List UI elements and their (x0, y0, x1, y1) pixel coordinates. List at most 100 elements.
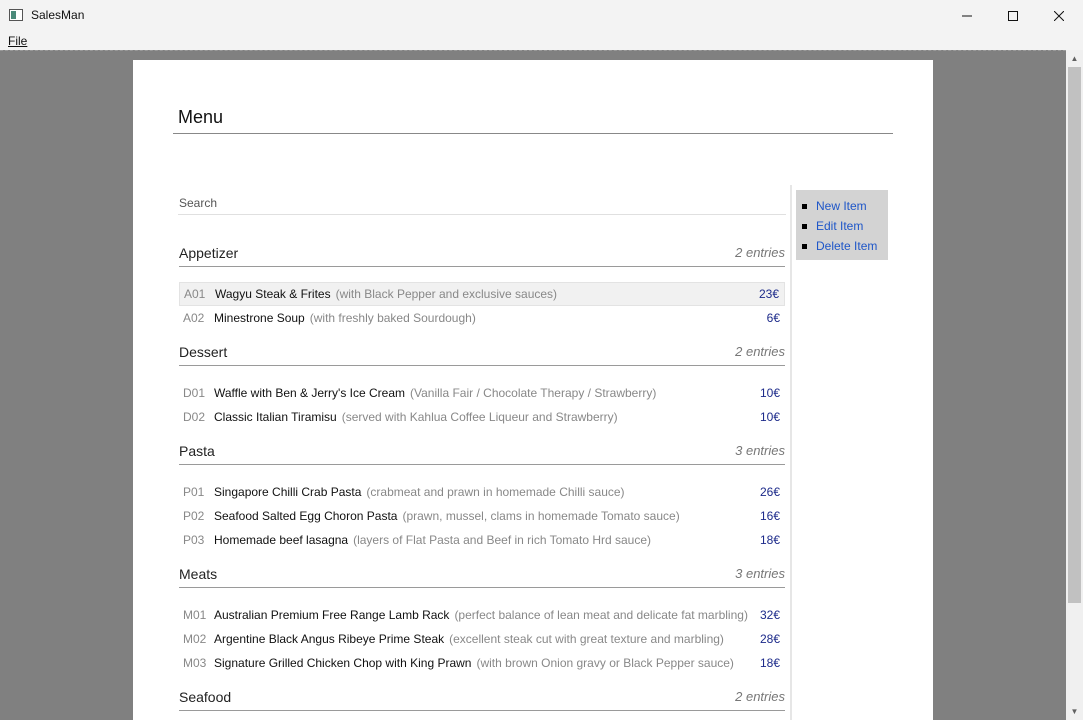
item-description: (Vanilla Fair / Chocolate Therapy / Stra… (410, 386, 657, 400)
category-count: 3 entries (735, 566, 785, 581)
category-divider (179, 464, 785, 465)
menu-item-row[interactable]: A01 Wagyu Steak & Frites (with Black Pep… (179, 282, 785, 306)
category-name: Pasta (179, 443, 215, 459)
category-dessert: Dessert 2 entries D01 Waffle with Ben & … (179, 340, 785, 439)
item-code: D01 (183, 386, 206, 400)
item-price: 6€ (766, 311, 780, 325)
category-header: Appetizer 2 entries (179, 241, 785, 267)
item-price: 32€ (759, 608, 780, 622)
minimize-button[interactable] (944, 0, 990, 31)
delete-item-action[interactable]: Delete Item (802, 236, 888, 256)
menu-file[interactable]: File (8, 34, 27, 48)
title-divider (173, 133, 893, 134)
item-code: M03 (183, 656, 207, 670)
search-underline (178, 214, 786, 215)
minimize-icon (962, 15, 972, 16)
app-icon (9, 9, 23, 21)
menu-item-row[interactable]: D02 Classic Italian Tiramisu (served wit… (179, 405, 785, 429)
category-header: Dessert 2 entries (179, 340, 785, 366)
delete-item-link[interactable]: Delete Item (816, 239, 877, 253)
item-price: 18€ (759, 656, 780, 670)
menu-page: Menu Search New Item Edit Item Delete It… (133, 60, 933, 720)
item-code: M01 (183, 608, 207, 622)
item-name: Argentine Black Angus Ribeye Prime Steak (214, 632, 445, 646)
category-name: Meats (179, 566, 218, 582)
item-code: P02 (183, 509, 205, 523)
item-price: 28€ (759, 632, 780, 646)
item-description: (layers of Flat Pasta and Beef in rich T… (353, 533, 652, 547)
item-name: Signature Grilled Chicken Chop with King… (214, 656, 472, 670)
category-divider (179, 587, 785, 588)
page-title: Menu (178, 107, 224, 127)
item-code: P03 (183, 533, 205, 547)
item-description: (with freshly baked Sourdough) (309, 311, 476, 325)
bullet-icon (802, 203, 807, 209)
item-name: Waffle with Ben & Jerry's Ice Cream (214, 386, 406, 400)
menu-item-row[interactable]: P02 Seafood Salted Egg Choron Pasta (pra… (179, 504, 785, 528)
item-code: P01 (183, 485, 205, 499)
category-count: 2 entries (735, 689, 785, 704)
scroll-thumb[interactable] (1068, 67, 1081, 603)
window-title: SalesMan (31, 8, 85, 22)
item-name: Wagyu Steak & Frites (215, 287, 331, 301)
menu-item-row[interactable]: P03 Homemade beef lasagna (layers of Fla… (179, 528, 785, 552)
new-item-link[interactable]: New Item (816, 199, 867, 213)
category-divider (179, 710, 785, 711)
category-items: P01 Singapore Chilli Crab Pasta (crabmea… (179, 465, 785, 562)
item-name: Minestrone Soup (214, 311, 305, 325)
category-seafood: Seafood 2 entries (179, 685, 785, 711)
close-button[interactable] (1036, 0, 1082, 31)
menu-item-row[interactable]: D01 Waffle with Ben & Jerry's Ice Cream … (179, 381, 785, 405)
scroll-up-icon[interactable]: ▲ (1066, 50, 1083, 67)
item-name: Singapore Chilli Crab Pasta (214, 485, 362, 499)
category-items: D01 Waffle with Ben & Jerry's Ice Cream … (179, 366, 785, 439)
item-price: 23€ (758, 287, 779, 301)
bullet-icon (802, 223, 807, 229)
workspace: Menu Search New Item Edit Item Delete It… (0, 50, 1066, 720)
item-name: Homemade beef lasagna (214, 533, 349, 547)
vertical-scrollbar[interactable]: ▲ ▼ (1066, 50, 1083, 720)
menu-list: Appetizer 2 entries A01 Wagyu Steak & Fr… (179, 241, 785, 711)
bullet-icon (802, 243, 807, 249)
new-item-action[interactable]: New Item (802, 196, 888, 216)
item-code: D02 (183, 410, 206, 424)
actions-panel: New Item Edit Item Delete Item (796, 190, 888, 260)
close-icon (1054, 10, 1064, 21)
category-header: Pasta 3 entries (179, 439, 785, 465)
item-price: 10€ (759, 386, 780, 400)
category-pasta: Pasta 3 entries P01 Singapore Chilli Cra… (179, 439, 785, 562)
edit-item-link[interactable]: Edit Item (816, 219, 863, 233)
vertical-divider (790, 185, 792, 720)
menu-item-row[interactable]: A02 Minestrone Soup (with freshly baked … (179, 306, 785, 330)
item-description: (with brown Onion gravy or Black Pepper … (476, 656, 734, 670)
menu-item-row[interactable]: M02 Argentine Black Angus Ribeye Prime S… (179, 627, 785, 651)
item-price: 16€ (759, 509, 780, 523)
category-count: 2 entries (735, 344, 785, 359)
item-description: (perfect balance of lean meat and delica… (454, 608, 748, 622)
category-name: Seafood (179, 689, 232, 705)
item-description: (excellent steak cut with great texture … (449, 632, 724, 646)
item-price: 10€ (759, 410, 780, 424)
edit-item-action[interactable]: Edit Item (802, 216, 888, 236)
menu-bar: File (0, 31, 1083, 50)
category-divider (179, 266, 785, 267)
item-description: (crabmeat and prawn in homemade Chilli s… (366, 485, 625, 499)
item-description: (prawn, mussel, clams in homemade Tomato… (402, 509, 680, 523)
category-meats: Meats 3 entries M01 Australian Premium F… (179, 562, 785, 685)
category-header: Meats 3 entries (179, 562, 785, 588)
item-price: 18€ (759, 533, 780, 547)
menu-item-row[interactable]: M01 Australian Premium Free Range Lamb R… (179, 603, 785, 627)
search-input[interactable]: Search (179, 196, 217, 210)
item-price: 26€ (759, 485, 780, 499)
item-code: A02 (183, 311, 205, 325)
scroll-down-icon[interactable]: ▼ (1066, 703, 1083, 720)
menu-item-row[interactable]: M03 Signature Grilled Chicken Chop with … (179, 651, 785, 675)
maximize-button[interactable] (990, 0, 1036, 31)
menu-item-row[interactable]: P01 Singapore Chilli Crab Pasta (crabmea… (179, 480, 785, 504)
category-items: M01 Australian Premium Free Range Lamb R… (179, 588, 785, 685)
title-bar: SalesMan (0, 0, 1083, 31)
category-name: Appetizer (179, 245, 239, 261)
item-name: Classic Italian Tiramisu (214, 410, 337, 424)
category-divider (179, 365, 785, 366)
item-name: Australian Premium Free Range Lamb Rack (214, 608, 450, 622)
